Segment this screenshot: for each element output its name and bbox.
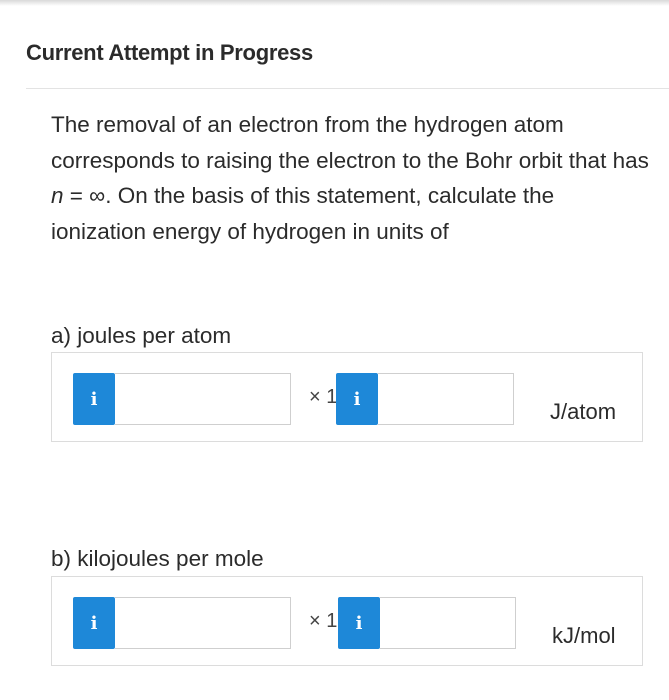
info-icon[interactable]: i bbox=[336, 373, 378, 425]
part-a-unit: J/atom bbox=[550, 399, 617, 424]
question-text: The removal of an electron from the hydr… bbox=[51, 107, 651, 249]
equals-infinity: = ∞ bbox=[63, 183, 106, 208]
part-b-exponent-input[interactable] bbox=[380, 597, 516, 649]
page-title: Current Attempt in Progress bbox=[26, 40, 313, 65]
info-icon[interactable]: i bbox=[73, 597, 115, 649]
times-ten-label: × 1 bbox=[309, 386, 338, 408]
part-b-answer-box: i × 1 i kJ/mol bbox=[51, 576, 643, 666]
question-text-before: The removal of an electron from the hydr… bbox=[51, 112, 649, 173]
part-b-unit: kJ/mol bbox=[552, 623, 616, 648]
part-a-label: a) joules per atom bbox=[51, 323, 232, 348]
variable-n: n bbox=[51, 183, 64, 208]
part-a-mantissa-input[interactable] bbox=[115, 373, 291, 425]
part-b-mantissa-input[interactable] bbox=[115, 597, 291, 649]
part-b-label: b) kilojoules per mole bbox=[51, 546, 264, 571]
times-ten-label: × 1 bbox=[309, 610, 338, 632]
info-icon[interactable]: i bbox=[338, 597, 380, 649]
part-a-answer-box: i × 1 i J/atom bbox=[51, 352, 643, 442]
divider bbox=[26, 88, 669, 89]
question-text-after: . On the basis of this statement, calcul… bbox=[51, 183, 555, 244]
top-shadow bbox=[0, 0, 669, 6]
part-a-exponent-input[interactable] bbox=[378, 373, 514, 425]
info-icon[interactable]: i bbox=[73, 373, 115, 425]
